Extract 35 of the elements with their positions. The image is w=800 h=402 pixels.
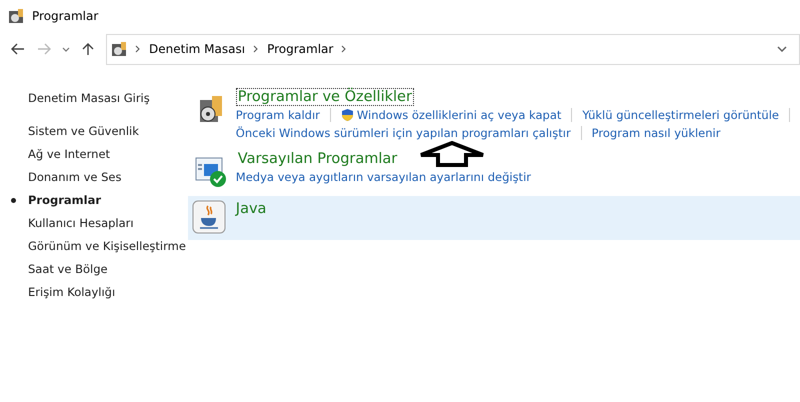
chevron-icon	[341, 45, 348, 53]
category-row[interactable]: Programlar ve Özellikler Program kaldır Windows özelliklerini aç veya kapat Yüklü güncelleştirmeleri görüntüle Önceki Windows sürümleri için yapılan programları çalıştır Program nasıl yüklenir	[188, 86, 800, 146]
chevron-icon	[253, 45, 260, 53]
sidebar-item[interactable]: Programlar	[0, 188, 188, 211]
task-link[interactable]: Yüklü güncelleştirmeleri görüntüle	[582, 106, 779, 124]
sidebar-item[interactable]: Saat ve Bölge	[0, 257, 188, 280]
breadcrumb[interactable]: Denetim Masası	[149, 42, 246, 56]
sidebar-item[interactable]: Ağ ve Internet	[0, 142, 188, 165]
task-link[interactable]: Windows özelliklerini aç veya kapat	[340, 106, 562, 124]
sidebar-item[interactable]: Kullanıcı Hesapları	[0, 211, 188, 234]
chevron-icon	[135, 45, 141, 53]
task-link[interactable]: Önceki Windows sürümleri için yapılan programları çalıştır	[236, 124, 571, 142]
task-link[interactable]: Program kaldır	[236, 106, 320, 124]
category-title-link[interactable]: Varsayılan Programlar	[236, 150, 400, 168]
selected-category-row[interactable]: Java	[188, 196, 800, 240]
chevron-down-icon	[776, 46, 786, 52]
sidebar-item[interactable]: Donanım ve Ses	[0, 165, 188, 188]
task-link[interactable]: Medya veya aygıtların varsayılan ayarlarını değiştir	[236, 168, 531, 186]
back-arrow-icon	[11, 43, 25, 55]
coffee-cup-icon	[192, 200, 226, 234]
up-arrow-icon	[82, 42, 94, 56]
sidebar-item[interactable]: Görünüm ve Kişiselleştirme	[0, 234, 188, 257]
sidebar-item[interactable]: Sistem ve Güvenlik	[0, 119, 188, 142]
category-row[interactable]: Varsayılan Programlar Medya veya aygıtların varsayılan ayarlarını değiştir	[188, 148, 800, 192]
up-arrow-drawing	[418, 141, 486, 167]
category-title-link[interactable]: Java	[234, 200, 268, 218]
window-title: Programlar	[32, 9, 98, 23]
chevron-down-icon	[62, 46, 70, 52]
breadcrumb[interactable]: Programlar	[267, 42, 334, 56]
sidebar-link[interactable]: Denetim Masası Giriş	[0, 86, 188, 109]
category-title-link[interactable]: Programlar ve Özellikler	[236, 88, 414, 106]
task-link[interactable]: Program nasıl yüklenir	[592, 124, 720, 142]
address-bar[interactable]: Denetim Masası Programlar	[106, 34, 800, 64]
forward-arrow-icon	[37, 43, 51, 55]
sidebar-item[interactable]: Erişim Kolaylığı	[0, 280, 188, 303]
